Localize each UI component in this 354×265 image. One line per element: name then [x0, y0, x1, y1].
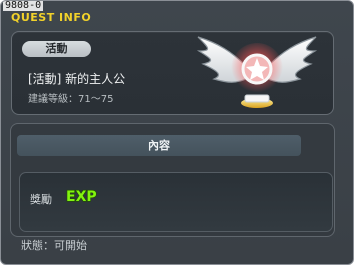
content-panel: 內容 獎勵 EXP	[10, 123, 335, 237]
exp-text: EXP	[66, 189, 97, 205]
reward-label: 獎勵	[30, 193, 52, 206]
reward-box: 獎勵 EXP	[19, 172, 333, 232]
window-id-label: 9808-0	[3, 0, 44, 11]
content-header: 內容	[17, 135, 301, 156]
category-badge: 活動	[22, 41, 91, 57]
exp-icon: EXP	[65, 188, 97, 205]
window-title: QUEST INFO	[11, 11, 92, 24]
quest-info-window: 9808-0 QUEST INFO 活動 [活動] 新的主人公 建議等級：71～…	[0, 0, 354, 265]
quest-name: [活動] 新的主人公	[28, 72, 126, 86]
quest-status: 狀態：可開始	[21, 239, 87, 252]
recommended-level: 建議等級：71～75	[28, 94, 114, 105]
winged-emblem-icon	[196, 36, 318, 108]
